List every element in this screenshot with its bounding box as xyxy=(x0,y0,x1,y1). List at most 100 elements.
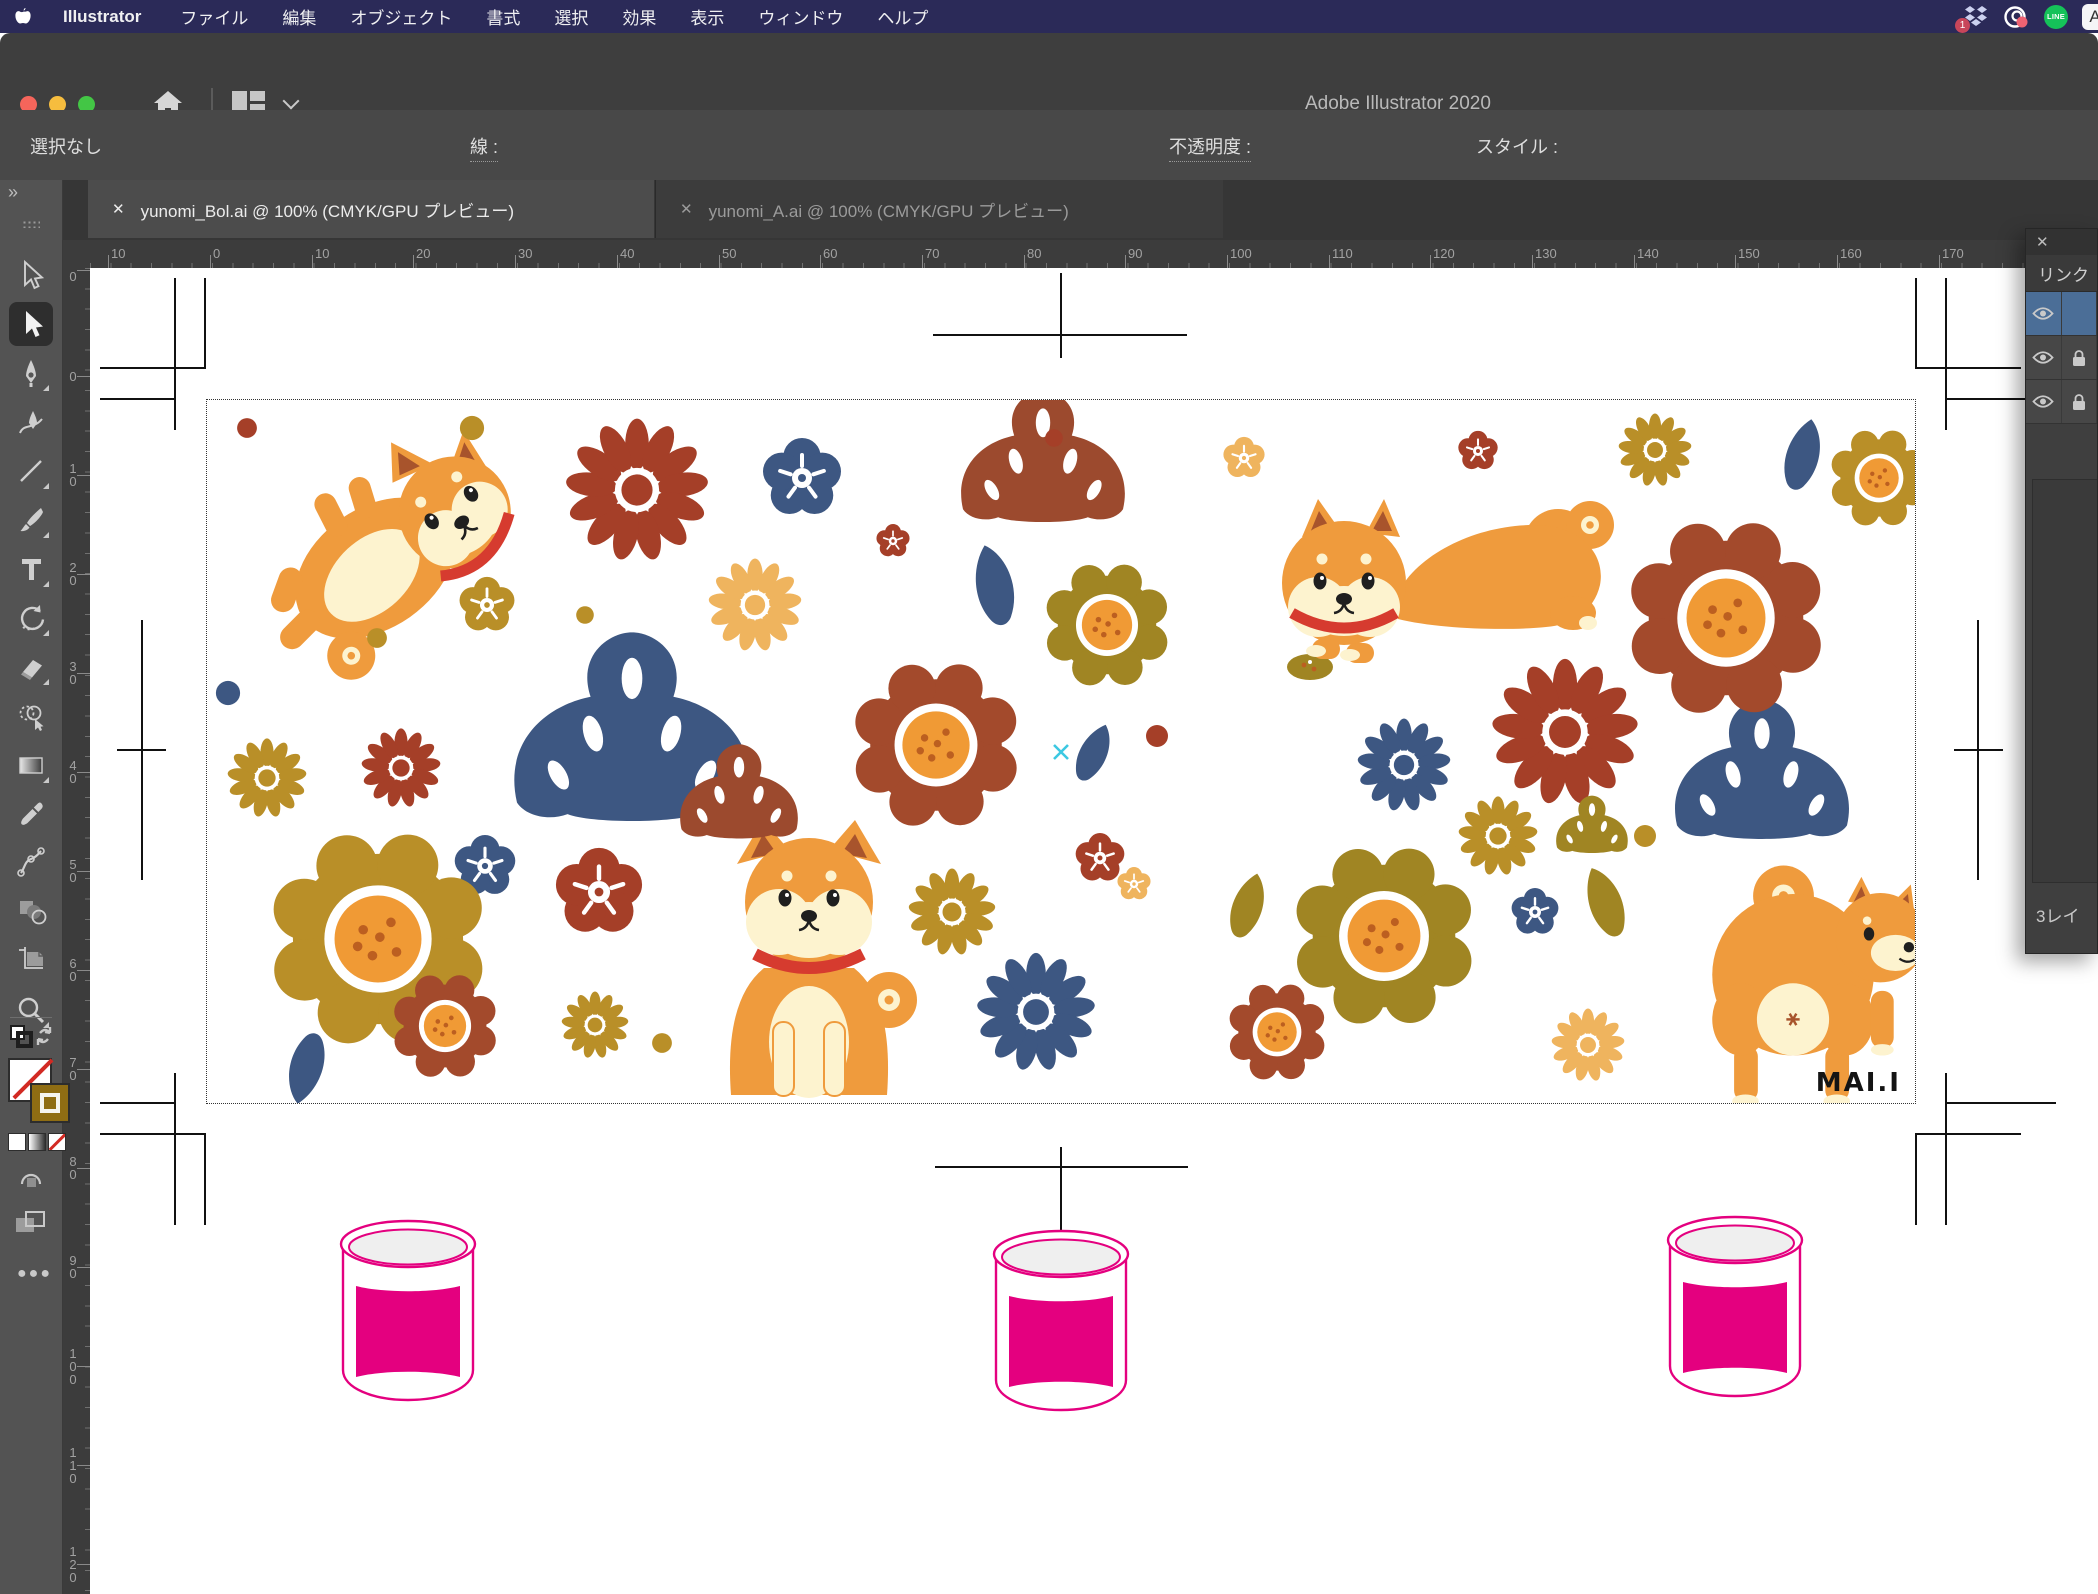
trim-mark xyxy=(1915,1133,2021,1135)
menu-item-illustrator[interactable]: Illustrator xyxy=(46,0,163,33)
art-shiba_sit xyxy=(730,820,917,1098)
opacity-label[interactable]: 不透明度 : xyxy=(1169,133,1251,162)
tool-selection[interactable] xyxy=(9,253,53,297)
trim-mark xyxy=(204,1134,206,1225)
art-leaf xyxy=(1778,415,1828,493)
document-tab-1[interactable]: ✕yunomi_A.ai @ 100% (CMYK/GPU プレビュー) xyxy=(655,180,1223,238)
tool-type[interactable] xyxy=(9,547,53,591)
canvas[interactable]: MAI.I xyxy=(90,268,2098,1594)
layer-row-1[interactable] xyxy=(2026,336,2097,380)
layers-count: 3レイ xyxy=(2036,902,2079,927)
selection-icon xyxy=(15,259,47,291)
art-kiku xyxy=(1618,413,1692,486)
menu-item-9[interactable]: ヘルプ xyxy=(860,0,945,33)
toolbar-grip[interactable] xyxy=(22,220,40,228)
menu-item-1[interactable]: ファイル xyxy=(163,0,265,33)
menu-item-8[interactable]: ウィンドウ xyxy=(741,0,860,33)
direct-selection-icon xyxy=(15,308,47,340)
cup-mockup-1[interactable] xyxy=(988,1222,1134,1418)
art-fruit xyxy=(1047,565,1168,686)
layer-visibility-toggle[interactable] xyxy=(2026,380,2062,423)
layer-visibility-toggle[interactable] xyxy=(2026,292,2062,335)
creative-cloud-icon[interactable] xyxy=(2003,5,2030,29)
tool-line-segment[interactable] xyxy=(9,449,53,493)
trim-mark xyxy=(100,1102,176,1104)
art-dot xyxy=(1634,825,1656,847)
tool-shape-builder[interactable] xyxy=(9,694,53,738)
menu-item-2[interactable]: 編集 xyxy=(265,0,333,33)
art-dot xyxy=(216,681,240,705)
trim-mark xyxy=(100,398,176,400)
trim-mark xyxy=(1915,278,1917,369)
menu-item-3[interactable]: オブジェクト xyxy=(333,0,469,33)
layers-panel: ✕ リンク 3レイ xyxy=(2025,228,2098,954)
gradient-mode-button[interactable] xyxy=(28,1133,46,1151)
tab-close-icon[interactable]: ✕ xyxy=(680,200,693,218)
trim-mark xyxy=(1915,1134,1917,1225)
art-pine xyxy=(1675,700,1849,839)
draw-mode-button[interactable] xyxy=(18,1168,44,1190)
horizontal-ruler[interactable]: 1001020304050607080901001101201301401501… xyxy=(90,240,2098,269)
layer-row-0[interactable] xyxy=(2026,292,2097,336)
screen-mode-button[interactable] xyxy=(14,1210,48,1236)
stroke-weight-label[interactable]: 線 : xyxy=(470,133,498,162)
cup-mockup-2[interactable] xyxy=(1662,1208,1808,1404)
panel-close-icon[interactable]: ✕ xyxy=(2036,233,2049,251)
layer-row-2[interactable] xyxy=(2026,380,2097,424)
color-mode-button[interactable] xyxy=(8,1133,26,1151)
dropbox-icon[interactable]: 1 xyxy=(1963,5,1989,29)
puppet-warp-icon xyxy=(15,847,47,879)
illustrator-window: Illustratorファイル編集オブジェクト書式選択効果表示ウィンドウヘルプ … xyxy=(0,0,2098,1594)
toolbar: » xyxy=(0,180,63,1594)
hruler-label: 60 xyxy=(823,246,837,261)
line-icon[interactable]: LINE xyxy=(2044,5,2068,29)
tool-rotate[interactable] xyxy=(9,596,53,640)
app-icon-partial[interactable]: A xyxy=(2082,4,2098,30)
edit-toolbar-dots[interactable]: ●●● xyxy=(17,1265,52,1283)
stroke-color-swatch[interactable] xyxy=(30,1083,70,1123)
artboard-icon xyxy=(15,945,47,977)
artboard-pattern[interactable]: MAI.I xyxy=(207,400,1915,1103)
tab-close-icon[interactable]: ✕ xyxy=(112,200,125,218)
art-fruit xyxy=(1297,849,1472,1024)
tool-puppet-warp[interactable] xyxy=(9,841,53,885)
layer-visibility-toggle[interactable] xyxy=(2026,336,2062,379)
menu-item-7[interactable]: 表示 xyxy=(673,0,741,33)
layer-lock-toggle[interactable] xyxy=(2062,292,2098,335)
art-leaf xyxy=(1577,862,1632,941)
tool-direct-selection[interactable] xyxy=(9,302,53,346)
hruler-label: 10 xyxy=(111,246,125,261)
menu-item-5[interactable]: 選択 xyxy=(537,0,605,33)
art-leaf xyxy=(281,1029,331,1103)
menu-item-6[interactable]: 効果 xyxy=(605,0,673,33)
shape-builder-icon xyxy=(15,700,47,732)
cup-mockup-0[interactable] xyxy=(335,1212,481,1408)
toolbar-collapse-chevrons[interactable]: » xyxy=(8,182,16,203)
ruler-corner[interactable] xyxy=(62,240,91,269)
tool-eyedropper[interactable] xyxy=(9,792,53,836)
tool-artboard[interactable] xyxy=(9,939,53,983)
artist-signature: MAI.I xyxy=(1816,1068,1901,1098)
tool-paintbrush[interactable] xyxy=(9,498,53,542)
none-mode-button[interactable] xyxy=(48,1133,66,1151)
tool-eraser[interactable] xyxy=(9,645,53,689)
layer-lock-toggle[interactable] xyxy=(2062,336,2098,379)
layer-lock-toggle[interactable] xyxy=(2062,380,2098,423)
hruler-label: 50 xyxy=(722,246,736,261)
hruler-label: 140 xyxy=(1637,246,1659,261)
tool-pen[interactable] xyxy=(9,351,53,395)
vertical-ruler[interactable]: 1 001 02 03 04 05 06 07 08 09 01 0 01 1 … xyxy=(62,268,91,1594)
shapes-icon xyxy=(15,896,47,928)
chevron-down-icon[interactable] xyxy=(283,93,300,110)
document-tab-bar: ✕yunomi_Bol.ai @ 100% (CMYK/GPU プレビュー)✕y… xyxy=(0,180,2098,242)
document-tab-0[interactable]: ✕yunomi_Bol.ai @ 100% (CMYK/GPU プレビュー) xyxy=(88,180,654,238)
tool-shapes[interactable] xyxy=(9,890,53,934)
tool-gradient[interactable] xyxy=(9,743,53,787)
menu-item-4[interactable]: 書式 xyxy=(469,0,537,33)
hruler-label: 120 xyxy=(1433,246,1455,261)
selection-status: 選択なし xyxy=(30,133,102,159)
default-fill-stroke-icon[interactable] xyxy=(8,1023,54,1053)
apple-menu[interactable] xyxy=(0,7,46,27)
tool-curvature[interactable] xyxy=(9,400,53,444)
panel-tab-title[interactable]: リンク xyxy=(2026,255,2097,292)
